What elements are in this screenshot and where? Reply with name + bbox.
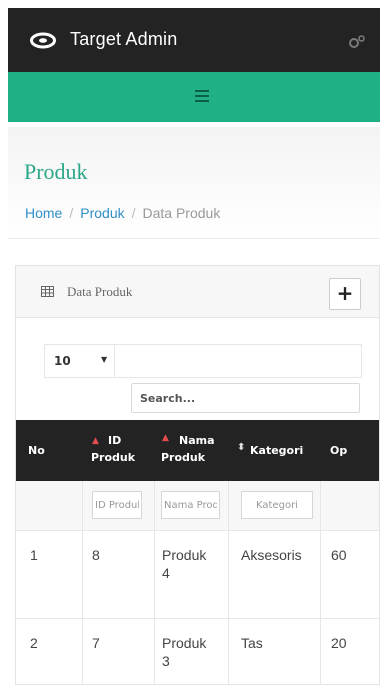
cell-nama-line2: 3 xyxy=(162,653,170,669)
cell-no: 2 xyxy=(30,635,38,651)
column-label-nama-line1: Nama xyxy=(179,434,215,447)
sort-asc-icon: ▲ xyxy=(162,433,169,443)
page-length-select[interactable]: 10 ▼ xyxy=(45,345,115,378)
add-product-button[interactable]: + xyxy=(329,278,361,310)
column-label-no: No xyxy=(28,444,45,457)
cell-no: 1 xyxy=(30,547,38,563)
table-row: 1 8 Produk 4 Aksesoris 60 xyxy=(16,531,379,619)
table-header: No ▲ ID Produk ▲ Nama Produk ⬍ Kategori … xyxy=(16,420,379,481)
column-label-nama-line2: Produk xyxy=(161,451,206,464)
column-filter-row xyxy=(16,481,379,531)
nav-toggle-bar xyxy=(8,72,380,122)
column-divider xyxy=(154,481,155,684)
page-length-value: 10 xyxy=(54,354,71,368)
search-input[interactable] xyxy=(131,383,360,413)
column-label-op: Op xyxy=(330,444,348,457)
cell-nama-line1: Produk xyxy=(162,547,207,563)
column-header-nama[interactable]: ▲ Nama Produk xyxy=(154,420,228,481)
table-grid-icon xyxy=(41,286,54,297)
gears-icon[interactable] xyxy=(348,34,366,50)
column-label-id-line1: ID xyxy=(108,434,122,447)
chevron-down-icon: ▼ xyxy=(101,355,108,364)
breadcrumb-separator: / xyxy=(131,205,136,221)
table-row: 2 7 Produk 3 Tas 20 xyxy=(16,619,379,684)
sort-both-icon: ⬍ xyxy=(237,442,246,453)
column-divider xyxy=(228,481,229,684)
column-header-op[interactable]: Op xyxy=(320,420,379,481)
breadcrumb-separator: / xyxy=(69,205,74,221)
eye-logo-icon[interactable] xyxy=(30,32,56,49)
column-header-id[interactable]: ▲ ID Produk xyxy=(82,420,154,481)
cell-id: 8 xyxy=(92,547,100,563)
cell-kategori: Tas xyxy=(241,635,263,651)
data-produk-panel: Data Produk + 10 ▼ No ▲ ID Produk ▲ Nama… xyxy=(15,265,380,685)
column-header-kategori[interactable]: ⬍ Kategori xyxy=(228,420,320,481)
filter-nama-input[interactable] xyxy=(161,491,220,519)
page-header: Produk Home / Produk / Data Produk xyxy=(8,127,380,239)
cell-op: 20 xyxy=(331,635,347,651)
column-divider xyxy=(320,481,321,684)
top-navbar: Target Admin xyxy=(8,8,380,72)
column-header-no[interactable]: No xyxy=(16,420,82,481)
column-label-id-line2: Produk xyxy=(91,451,136,464)
filter-id-input[interactable] xyxy=(92,491,142,519)
breadcrumb-home[interactable]: Home xyxy=(25,205,62,221)
panel-header: Data Produk + xyxy=(16,266,379,318)
breadcrumb-current: Data Produk xyxy=(142,205,221,221)
page-title: Produk xyxy=(24,159,88,184)
cell-nama-line2: 4 xyxy=(162,565,170,581)
breadcrumb-produk[interactable]: Produk xyxy=(80,205,124,221)
filter-kategori-input[interactable] xyxy=(241,491,313,519)
panel-title: Data Produk xyxy=(67,284,133,299)
cell-nama-line1: Produk xyxy=(162,635,207,651)
column-divider xyxy=(82,481,83,684)
app-title[interactable]: Target Admin xyxy=(70,29,177,50)
cell-id: 7 xyxy=(92,635,100,651)
column-label-kategori: Kategori xyxy=(250,444,304,457)
cell-op: 60 xyxy=(331,547,347,563)
hamburger-icon[interactable] xyxy=(195,90,209,102)
cell-kategori: Aksesoris xyxy=(241,547,302,563)
page-length-control: 10 ▼ xyxy=(44,344,362,378)
sort-asc-icon: ▲ xyxy=(92,436,99,446)
breadcrumb: Home / Produk / Data Produk xyxy=(25,205,220,221)
